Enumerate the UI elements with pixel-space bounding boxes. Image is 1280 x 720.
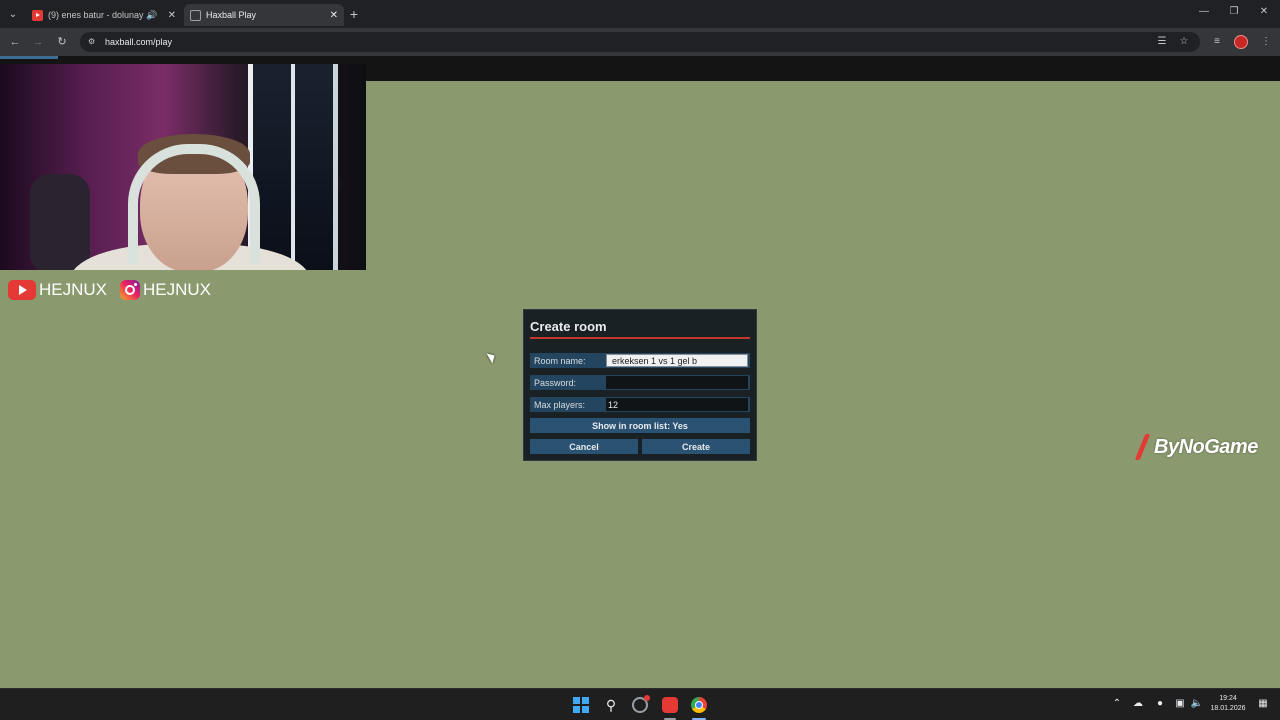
youtube-handle-text: HEJNUX — [39, 280, 108, 299]
reload-icon[interactable]: ↻ — [54, 34, 70, 50]
watermark-text: ByNoGame — [1154, 435, 1258, 458]
webcam-chair — [30, 174, 90, 270]
app-icon[interactable] — [632, 695, 650, 713]
taskbar-clock[interactable]: 19:24 18.01.2026 — [1206, 694, 1250, 714]
menu-kebab-icon[interactable]: ⋮ — [1258, 34, 1274, 50]
translate-icon[interactable]: ☰ — [1154, 34, 1170, 50]
youtube-handle: HEJNUX — [8, 280, 107, 300]
browser-tab-strip: ⌄ (9) enes batur - dolunay c 🔊 ✕ Haxball… — [0, 0, 1280, 28]
close-tab-icon[interactable]: ✕ — [168, 10, 176, 21]
youtube-favicon-icon — [32, 9, 43, 21]
haxball-favicon-icon — [190, 9, 201, 21]
room-name-input[interactable] — [606, 354, 748, 367]
restore-icon[interactable]: ❐ — [1226, 6, 1242, 17]
volume-icon[interactable]: 🔈 — [1190, 698, 1204, 709]
webcam-headphones — [128, 144, 260, 264]
new-tab-icon[interactable]: + — [346, 6, 362, 22]
bookmark-star-icon[interactable]: ☆ — [1176, 34, 1192, 50]
search-icon[interactable]: ⚲ — [603, 697, 619, 713]
dialog-title: Create room — [530, 319, 607, 334]
site-info-icon[interactable]: ⚙ — [88, 37, 98, 47]
close-tab-icon[interactable]: ✕ — [330, 10, 338, 21]
url-text: haxball.com/play — [105, 37, 173, 47]
profile-avatar[interactable] — [1234, 35, 1248, 49]
tab-title: (9) enes batur - dolunay c — [48, 10, 147, 20]
back-icon[interactable]: ← — [7, 34, 23, 50]
cloud-icon[interactable]: ☁ — [1131, 698, 1145, 709]
tab-youtube[interactable]: (9) enes batur - dolunay c 🔊 ✕ — [26, 4, 182, 26]
youtube-icon — [8, 280, 36, 300]
instagram-icon — [120, 280, 140, 300]
browser-toolbar: ← → ↻ ⚙ haxball.com/play ☰ ☆ ≡ ⋮ — [0, 28, 1280, 56]
microphone-icon[interactable]: ● — [1153, 698, 1167, 709]
clock-date: 18.01.2026 — [1210, 705, 1246, 712]
notification-icon[interactable]: ▦ — [1256, 698, 1270, 709]
network-icon[interactable]: ▣ — [1173, 698, 1187, 709]
create-room-dialog: Create room Room name: Password: Max pla… — [523, 309, 757, 461]
tab-title: Haxball Play — [206, 10, 257, 20]
tab-search-icon[interactable]: ⌄ — [4, 5, 22, 23]
chevron-up-icon[interactable]: ⌃ — [1110, 698, 1124, 709]
forward-icon[interactable]: → — [30, 34, 46, 50]
instagram-handle: HEJNUX — [120, 280, 211, 300]
password-row: Password: — [530, 375, 750, 390]
tab-haxball[interactable]: Haxball Play ✕ — [184, 4, 344, 26]
bynogame-logo-icon — [1134, 434, 1150, 460]
show-in-room-list-toggle[interactable]: Show in room list: Yes — [530, 418, 750, 433]
webcam-overlay — [0, 64, 366, 270]
password-input[interactable] — [606, 376, 748, 389]
speaker-icon[interactable]: 🔊 — [146, 10, 157, 21]
red-app-icon[interactable] — [662, 697, 678, 713]
windows-taskbar: ⚲ ⌃ ☁ ● ▣ 🔈 19:24 18.01.2026 ▦ — [0, 688, 1280, 720]
max-players-row: Max players: — [530, 397, 750, 412]
windows-start-icon[interactable] — [573, 697, 589, 713]
max-players-label: Max players: — [534, 399, 586, 410]
room-name-label: Room name: — [534, 355, 586, 366]
minimize-icon[interactable]: — — [1196, 6, 1212, 17]
webcam-window — [248, 64, 338, 270]
room-name-row: Room name: — [530, 353, 750, 368]
clock-time: 19:24 — [1219, 695, 1237, 702]
media-controls-icon[interactable]: ≡ — [1209, 34, 1225, 50]
create-button[interactable]: Create — [642, 439, 750, 454]
instagram-handle-text: HEJNUX — [143, 280, 212, 299]
max-players-input[interactable] — [606, 398, 748, 411]
close-window-icon[interactable]: ✕ — [1256, 6, 1272, 17]
dialog-divider — [530, 337, 750, 339]
bynogame-watermark: ByNoGame — [1134, 433, 1258, 461]
password-label: Password: — [534, 377, 577, 388]
address-bar[interactable]: ⚙ haxball.com/play — [80, 32, 1200, 52]
chrome-icon[interactable] — [691, 697, 707, 713]
loading-indicator — [0, 56, 58, 59]
cancel-button[interactable]: Cancel — [530, 439, 638, 454]
